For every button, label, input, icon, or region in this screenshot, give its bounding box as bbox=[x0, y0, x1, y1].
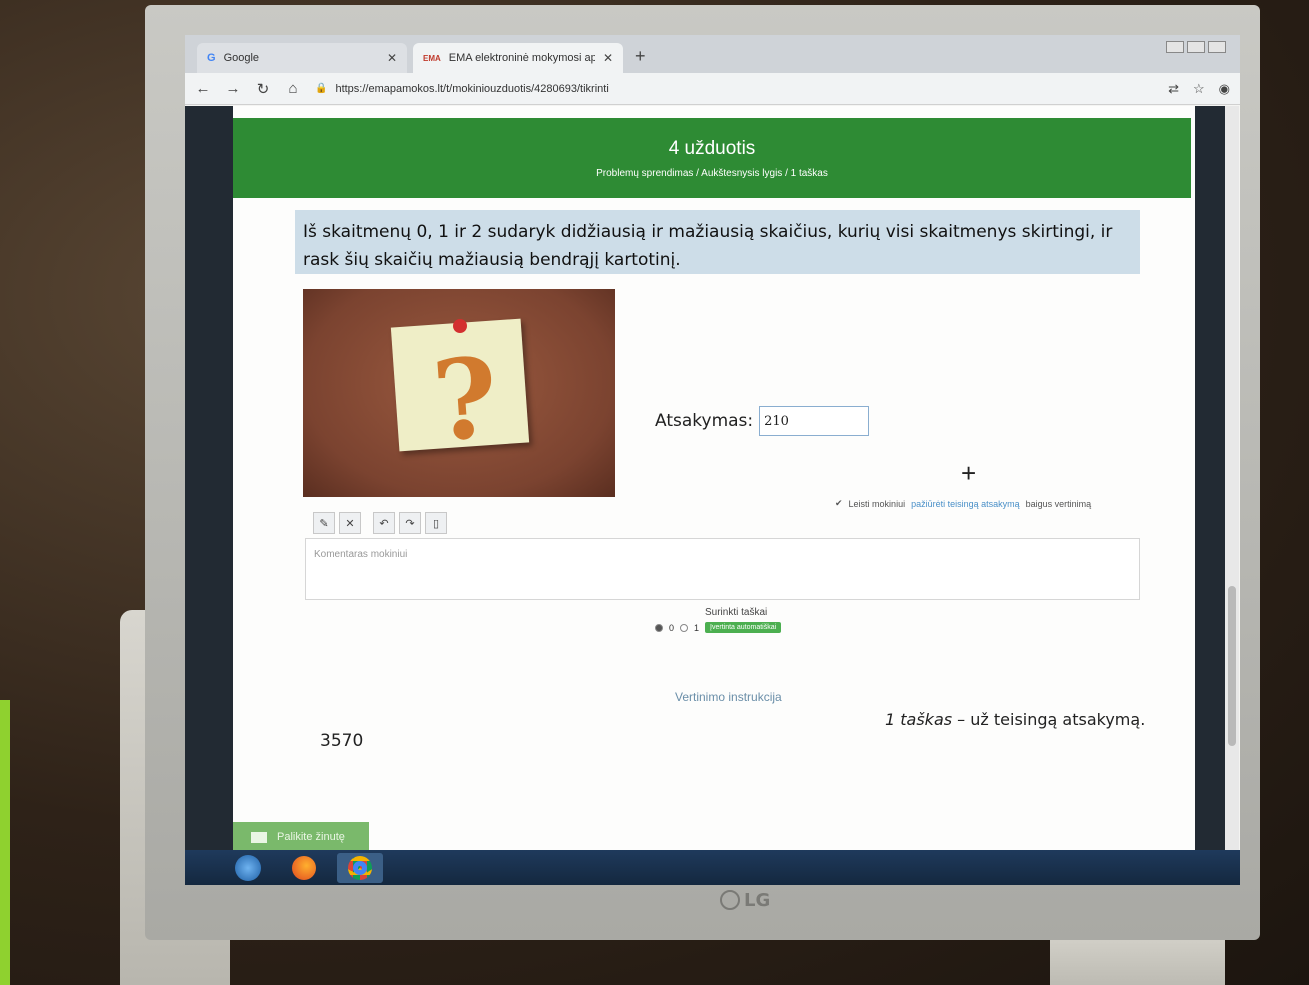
pencil-icon[interactable]: ✎ bbox=[313, 512, 335, 534]
instructions-text: 1 taškas – už teisingą atsakymą. bbox=[885, 710, 1145, 729]
comment-field[interactable]: Komentaras mokiniui bbox=[305, 538, 1140, 600]
chat-label: Palikite žinutę bbox=[277, 831, 345, 843]
radio-0[interactable] bbox=[655, 623, 663, 632]
task-image: ? bbox=[303, 289, 615, 497]
instructions-title: Vertinimo instrukcija bbox=[675, 690, 782, 704]
checkbox-checked-icon[interactable]: ✔ bbox=[835, 498, 843, 509]
monitor-brand-text: LG bbox=[744, 889, 771, 911]
monitor-logo: LG bbox=[720, 886, 780, 914]
points-selector: 0 1 Įvertinta automatiškai bbox=[655, 622, 782, 633]
scrollbar[interactable] bbox=[1225, 106, 1239, 885]
chrome-icon bbox=[348, 855, 372, 880]
tab-label: Google bbox=[223, 52, 260, 64]
tab-ema[interactable]: EMA EMA elektroninė mokymosi aplin ✕ bbox=[413, 43, 623, 73]
star-icon[interactable]: ☆ bbox=[1193, 81, 1205, 97]
translate-icon[interactable]: ⇄ bbox=[1168, 81, 1179, 97]
window-controls bbox=[1166, 41, 1226, 53]
lg-logo-icon bbox=[720, 890, 740, 910]
taskbar-chrome[interactable] bbox=[337, 852, 383, 883]
instructions-rest: – už teisingą atsakymą. bbox=[952, 710, 1146, 729]
radio-1[interactable] bbox=[680, 623, 689, 632]
mail-icon bbox=[251, 831, 267, 843]
radio-1-label: 1 bbox=[694, 622, 700, 633]
account-icon[interactable]: ◉ bbox=[1219, 81, 1230, 97]
slide-accent-stripe bbox=[0, 700, 10, 985]
right-dark-margin bbox=[1195, 106, 1225, 885]
forward-icon[interactable]: → bbox=[225, 80, 241, 97]
task-title: 4 užduotis bbox=[668, 138, 756, 159]
points-label: Surinkti taškai bbox=[705, 607, 768, 618]
page-content: 4 užduotis Problemų sprendimas / Aukštes… bbox=[185, 106, 1239, 885]
lock-icon: 🔒 bbox=[315, 83, 328, 94]
auto-graded-badge: Įvertinta automatiškai bbox=[705, 622, 782, 633]
drawing-toolbar: ✎ ✕ ↶ ↷ ▯ bbox=[313, 512, 447, 534]
ema-icon: EMA bbox=[423, 53, 441, 63]
allow-suffix: baigus vertinimą bbox=[1025, 498, 1092, 509]
view-answer-link[interactable]: pažiūrėti teisingą atsakymą bbox=[911, 499, 1020, 509]
answer-row: Atsakymas: bbox=[655, 406, 870, 436]
tab-label: EMA elektroninė mokymosi aplin bbox=[448, 52, 595, 64]
pin-icon bbox=[453, 319, 467, 333]
close-window-button[interactable] bbox=[1208, 41, 1226, 53]
start-button[interactable] bbox=[225, 853, 271, 883]
browser-toolbar: ← → ↻ ⌂ 🔒 https://emapamokos.lt/t/mokini… bbox=[185, 73, 1240, 105]
home-icon[interactable]: ⌂ bbox=[285, 80, 301, 97]
url-text[interactable]: https://emapamokos.lt/t/mokiniouzduotis/… bbox=[335, 83, 608, 95]
screen: G Google ✕ EMA EMA elektroninė mokymosi … bbox=[185, 35, 1240, 885]
radio-0-label: 0 bbox=[669, 622, 675, 633]
task-subtitle: Problemų sprendimas / Aukštesnysis lygis… bbox=[596, 168, 828, 179]
tab-google[interactable]: G Google ✕ bbox=[197, 43, 407, 73]
redo-icon[interactable]: ↷ bbox=[399, 512, 421, 534]
firefox-icon bbox=[292, 855, 316, 880]
minimize-button[interactable] bbox=[1166, 41, 1184, 53]
maximize-button[interactable] bbox=[1187, 41, 1205, 53]
taskbar-firefox[interactable] bbox=[281, 853, 327, 883]
trash-icon[interactable]: ▯ bbox=[425, 512, 447, 534]
taskbar bbox=[185, 850, 1240, 885]
tab-bar: G Google ✕ EMA EMA elektroninė mokymosi … bbox=[185, 35, 1240, 73]
chat-button[interactable]: Palikite žinutę bbox=[233, 822, 369, 852]
cursor-crosshair-icon: + bbox=[961, 458, 977, 488]
question-text: Iš skaitmenų 0, 1 ir 2 sudaryk didžiausi… bbox=[295, 210, 1140, 274]
scroll-thumb[interactable] bbox=[1228, 586, 1236, 746]
close-icon[interactable]: ✕ bbox=[603, 51, 613, 65]
google-icon: G bbox=[207, 52, 216, 64]
windows-start-icon bbox=[235, 854, 261, 881]
question-mark-icon: ? bbox=[428, 332, 502, 467]
undo-icon[interactable]: ↶ bbox=[373, 512, 395, 534]
new-tab-icon[interactable]: + bbox=[635, 46, 646, 67]
back-icon[interactable]: ← bbox=[195, 80, 211, 97]
answer-input[interactable] bbox=[759, 406, 870, 436]
task-header: 4 užduotis Problemų sprendimas / Aukštes… bbox=[233, 118, 1191, 198]
close-icon[interactable]: ✕ bbox=[387, 51, 397, 65]
toolbar-actions: ⇄ ☆ ◉ bbox=[1168, 81, 1230, 97]
reload-icon[interactable]: ↻ bbox=[255, 80, 271, 98]
left-dark-margin bbox=[185, 106, 233, 885]
allow-prefix: Leisti mokiniui bbox=[848, 498, 906, 509]
correct-answer-value: 3570 bbox=[320, 731, 364, 751]
address-bar[interactable]: 🔒 https://emapamokos.lt/t/mokiniouzduoti… bbox=[315, 83, 1154, 95]
answer-label: Atsakymas: bbox=[655, 411, 754, 431]
allow-view-answer[interactable]: ✔ Leisti mokiniui pažiūrėti teisingą ats… bbox=[835, 498, 1091, 509]
eraser-x-icon[interactable]: ✕ bbox=[339, 512, 361, 534]
instructions-points: 1 taškas bbox=[885, 710, 953, 729]
